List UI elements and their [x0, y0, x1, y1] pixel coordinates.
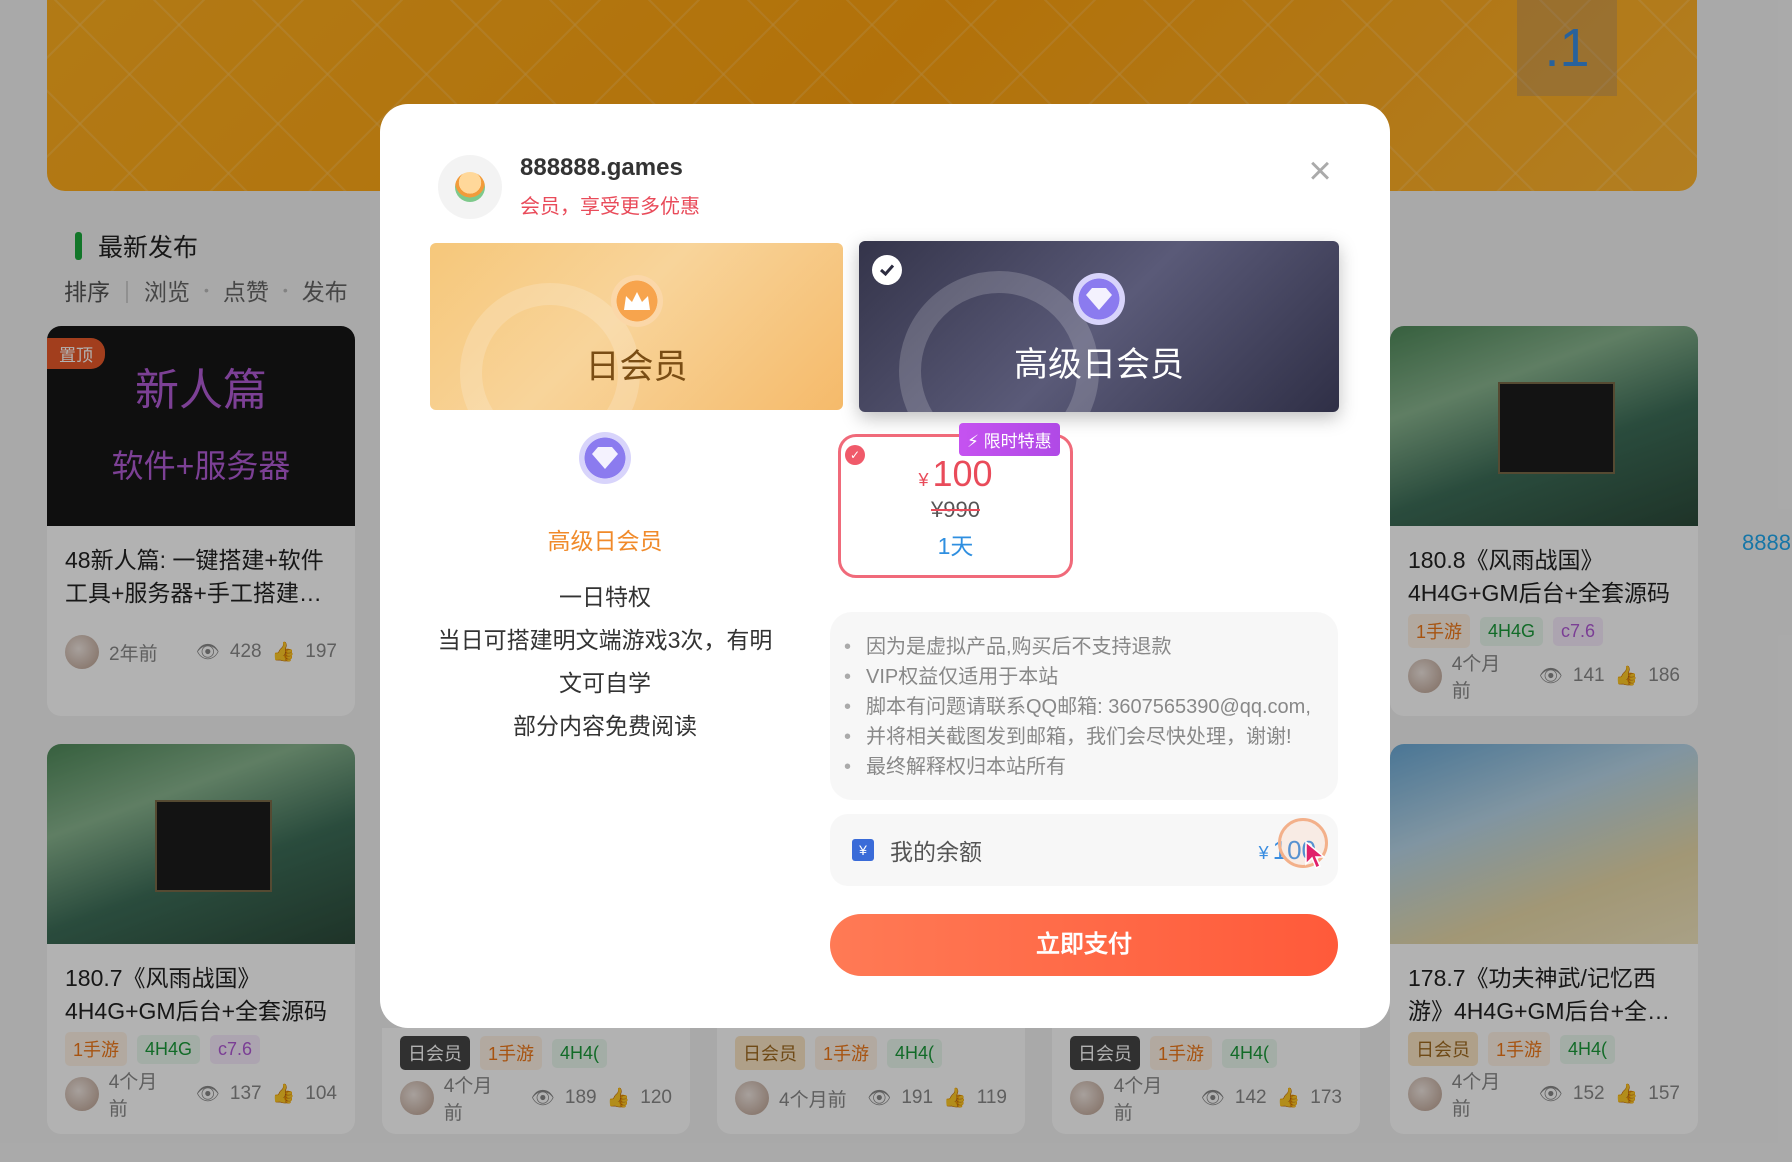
plan-day-member[interactable]: 日会员	[430, 243, 843, 410]
membership-modal: 888888.games 会员，享受更多优惠 × 日会员 高级日会员 高级日会员…	[380, 104, 1390, 1028]
mouse-cursor-icon	[1305, 840, 1326, 870]
user-name: 888888.games	[520, 154, 683, 181]
price-amount: ¥100	[841, 453, 1070, 495]
user-avatar	[438, 154, 502, 219]
modal-subtitle: 会员，享受更多优惠	[520, 196, 700, 218]
balance-label: 我的余额	[890, 839, 982, 865]
close-icon[interactable]: ×	[1305, 151, 1335, 191]
diamond-icon	[579, 432, 631, 484]
price-value: 100	[932, 453, 993, 494]
check-icon: ✓	[845, 445, 865, 465]
selected-check-icon	[872, 255, 902, 285]
notice-item: 脚本有问题请联系QQ邮箱: 3607565390@qq.com,	[844, 692, 1338, 722]
notice-item: 最终解释权归本站所有	[844, 752, 1338, 782]
plan-name: 日会员	[585, 348, 688, 386]
wallet-icon: ¥	[852, 839, 874, 861]
benefit-line: 文可自学	[559, 670, 651, 696]
notice-item: 并将相关截图发到邮箱，我们会尽快处理，谢谢!	[844, 722, 1338, 752]
benefit-line: 部分内容免费阅读	[513, 713, 697, 739]
limited-offer-badge: ⚡ 限时特惠	[959, 423, 1060, 456]
duration: 1天	[937, 533, 974, 559]
plan-name: 高级日会员	[1014, 346, 1184, 384]
benefit-line: 一日特权	[559, 584, 651, 610]
price-option[interactable]: ⚡ 限时特惠 ✓ ¥100 ¥990 1天	[838, 423, 1073, 578]
plan-senior-day-member[interactable]: 高级日会员	[859, 241, 1339, 412]
currency-symbol: ¥	[1258, 842, 1269, 863]
modal-header: 888888.games 会员，享受更多优惠	[438, 154, 700, 219]
crown-icon	[611, 275, 663, 327]
currency-symbol: ¥	[918, 470, 929, 490]
notice-item: 因为是虚拟产品,购买后不支持退款	[844, 632, 1338, 662]
pay-now-button[interactable]: 立即支付	[830, 914, 1338, 976]
badge-text: 限时特惠	[983, 432, 1052, 451]
diamond-icon	[1073, 273, 1125, 325]
original-price: ¥990	[931, 497, 980, 522]
benefit-plan-name: 高级日会员	[547, 528, 663, 554]
notice-item: VIP权益仅适用于本站	[844, 662, 1338, 692]
plan-benefits: 高级日会员 一日特权 当日可搭建明文端游戏3次，有明 文可自学 部分内容免费阅读	[420, 432, 790, 748]
purchase-notice: 因为是虚拟产品,购买后不支持退款 VIP权益仅适用于本站 脚本有问题请联系QQ邮…	[830, 612, 1338, 800]
balance-row[interactable]: ¥ 我的余额 ¥100	[830, 814, 1338, 886]
benefit-line: 当日可搭建明文端游戏3次，有明	[437, 627, 773, 653]
lightning-icon: ⚡	[967, 432, 979, 451]
